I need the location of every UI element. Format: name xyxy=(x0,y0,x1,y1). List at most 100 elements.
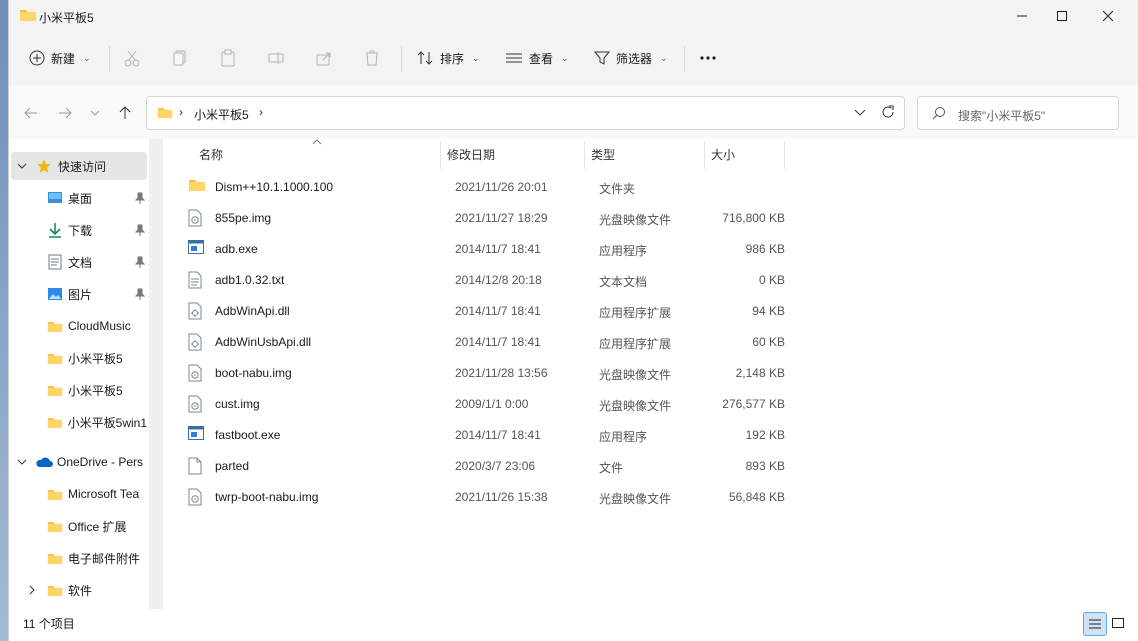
navigation-pane: 快速访问 桌面 下载 文档 图片 CloudMusic 小米平板5 小米平板5 … xyxy=(9,139,157,609)
file-type: 光盘映像文件 xyxy=(599,492,672,506)
chevron-down-icon xyxy=(17,459,27,465)
rename-button[interactable] xyxy=(267,44,285,72)
recent-locations-button[interactable] xyxy=(83,102,107,124)
breadcrumb-chevron-icon[interactable]: › xyxy=(259,105,263,119)
disc-image-icon xyxy=(188,364,202,385)
column-header-label: 修改日期 xyxy=(447,147,496,162)
sidebar-item-label: 电子邮件附件 xyxy=(68,551,141,566)
column-divider[interactable] xyxy=(784,141,785,169)
picture-icon xyxy=(48,288,62,300)
details-view-button[interactable] xyxy=(1083,612,1107,636)
breadcrumb-item[interactable]: 小米平板5 xyxy=(194,106,249,123)
column-divider[interactable] xyxy=(584,141,585,169)
chevron-down-icon: ⌄ xyxy=(472,52,480,63)
column-divider[interactable] xyxy=(440,141,441,169)
divider xyxy=(109,46,110,72)
sidebar-item-cloudmusic[interactable]: CloudMusic xyxy=(11,312,147,340)
share-button[interactable] xyxy=(315,44,333,72)
chevron-down-icon xyxy=(854,109,866,116)
file-row[interactable]: fastboot.exe 2014/11/7 18:41 应用程序 192 KB xyxy=(184,420,944,451)
view-button[interactable]: 查看 ⌄ xyxy=(505,44,569,72)
sidebar-item-pictures[interactable]: 图片 xyxy=(11,280,147,308)
address-dropdown-button[interactable] xyxy=(854,104,866,123)
file-row[interactable]: parted 2020/3/7 23:06 文件 893 KB xyxy=(184,451,944,482)
sidebar-item-office-extensions[interactable]: Office 扩展 xyxy=(11,512,147,540)
sidebar-item-desktop[interactable]: 桌面 xyxy=(11,184,147,212)
breadcrumb-chevron-icon[interactable]: › xyxy=(179,105,183,119)
sidebar-item-label: Office 扩展 xyxy=(68,519,127,534)
file-row[interactable]: twrp-boot-nabu.img 2021/11/26 15:38 光盘映像文件… xyxy=(184,482,944,513)
column-header-size[interactable]: 大小 xyxy=(711,139,781,169)
sidebar-item-folder[interactable]: 小米平板5win1 xyxy=(11,408,147,436)
folder-icon xyxy=(47,585,63,596)
sidebar-item-label: 小米平板5 xyxy=(68,383,123,398)
paste-button[interactable] xyxy=(219,44,237,72)
file-row[interactable]: boot-nabu.img 2021/11/28 13:56 光盘映像文件 2,148… xyxy=(184,358,944,389)
file-size: 716,800 KB xyxy=(722,211,785,225)
column-header-type[interactable]: 类型 xyxy=(591,139,701,169)
up-button[interactable] xyxy=(113,102,137,124)
file-row[interactable]: AdbWinUsbApi.dll 2014/11/7 18:41 应用程序扩展 60 … xyxy=(184,327,944,358)
file-size: 56,848 KB xyxy=(728,490,785,504)
file-row[interactable]: 855pe.img 2021/11/27 18:29 光盘映像文件 716,800 K… xyxy=(184,203,944,234)
arrow-up-icon xyxy=(119,106,131,119)
file-type: 文件 xyxy=(599,461,624,475)
file-name: 855pe.img xyxy=(215,211,272,225)
share-icon xyxy=(316,52,331,66)
address-bar[interactable]: › 小米平板5 › xyxy=(146,96,905,130)
file-name: boot-nabu.img xyxy=(215,366,292,380)
large-icons-view-icon xyxy=(1112,618,1124,628)
file-row[interactable]: AdbWinApi.dll 2014/11/7 18:41 应用程序扩展 94 KB xyxy=(184,296,944,327)
file-type: 光盘映像文件 xyxy=(599,399,672,413)
sidebar-item-label: Microsoft Tea xyxy=(68,487,140,501)
sidebar-item-software[interactable]: 软件 xyxy=(11,576,147,604)
sidebar-item-onedrive[interactable]: OneDrive - Pers xyxy=(11,448,147,476)
delete-button[interactable] xyxy=(363,44,381,72)
file-row[interactable]: cust.img 2009/1/1 0:00 光盘映像文件 276,577 KB xyxy=(184,389,944,420)
search-box[interactable]: 搜索"小米平板5" xyxy=(917,96,1119,130)
chevron-right-icon xyxy=(29,585,35,595)
sort-button[interactable]: 排序 ⌄ xyxy=(416,44,480,72)
sidebar-scrollbar[interactable] xyxy=(149,139,163,609)
file-list: 名称 修改日期 类型 大小 Dism++10.1.1000.100 2021/11… xyxy=(164,139,1138,609)
cut-button[interactable] xyxy=(123,44,141,72)
command-bar: 新建 ⌄ 排序 ⌄ 查看 ⌄ 筛选器 ⌄ xyxy=(9,32,1138,86)
back-button[interactable] xyxy=(19,102,43,124)
sidebar-item-downloads[interactable]: 下载 xyxy=(11,216,147,244)
item-count: 11 个项目 xyxy=(23,617,75,631)
close-button[interactable] xyxy=(1085,0,1131,32)
more-icon xyxy=(700,56,716,60)
sidebar-item-label: OneDrive - Pers xyxy=(57,455,144,469)
new-button[interactable]: 新建 ⌄ xyxy=(29,44,91,72)
column-header-label: 类型 xyxy=(591,147,616,162)
file-row[interactable]: adb.exe 2014/11/7 18:41 应用程序 986 KB xyxy=(184,234,944,265)
sidebar-item-microsoft-teams[interactable]: Microsoft Tea xyxy=(11,480,147,508)
sidebar-item-quick-access[interactable]: 快速访问 xyxy=(11,152,147,180)
sidebar-item-folder[interactable]: 小米平板5 xyxy=(11,376,147,404)
chevron-down-icon xyxy=(17,163,27,169)
column-header-name[interactable]: 名称 xyxy=(199,139,439,169)
more-options-button[interactable] xyxy=(699,44,717,72)
file-modified: 2009/1/1 0:00 xyxy=(455,397,529,411)
column-header-modified[interactable]: 修改日期 xyxy=(447,139,582,169)
copy-button[interactable] xyxy=(171,44,189,72)
large-icons-view-button[interactable] xyxy=(1107,612,1129,634)
forward-button[interactable] xyxy=(53,102,77,124)
view-label: 查看 xyxy=(529,51,554,66)
disc-image-icon xyxy=(188,395,202,416)
sort-label: 排序 xyxy=(440,51,465,66)
file-row[interactable]: adb1.0.32.txt 2014/12/8 20:18 文本文档 0 KB xyxy=(184,265,944,296)
file-row[interactable]: Dism++10.1.1000.100 2021/11/26 20:01 文件夹 xyxy=(184,172,944,203)
filter-button[interactable]: 筛选器 ⌄ xyxy=(594,44,668,72)
sidebar-item-email-attachments[interactable]: 电子邮件附件 xyxy=(11,544,147,572)
column-divider[interactable] xyxy=(704,141,705,169)
desktop-icon xyxy=(48,192,62,203)
divider xyxy=(401,46,402,72)
title-bar: 小米平板5 xyxy=(9,0,1138,32)
sidebar-item-documents[interactable]: 文档 xyxy=(11,248,147,276)
file-size: 192 KB xyxy=(745,428,785,442)
trash-icon xyxy=(366,50,378,66)
maximize-button[interactable] xyxy=(1039,0,1085,32)
sidebar-item-folder[interactable]: 小米平板5 xyxy=(11,344,147,372)
refresh-button[interactable] xyxy=(880,104,896,123)
